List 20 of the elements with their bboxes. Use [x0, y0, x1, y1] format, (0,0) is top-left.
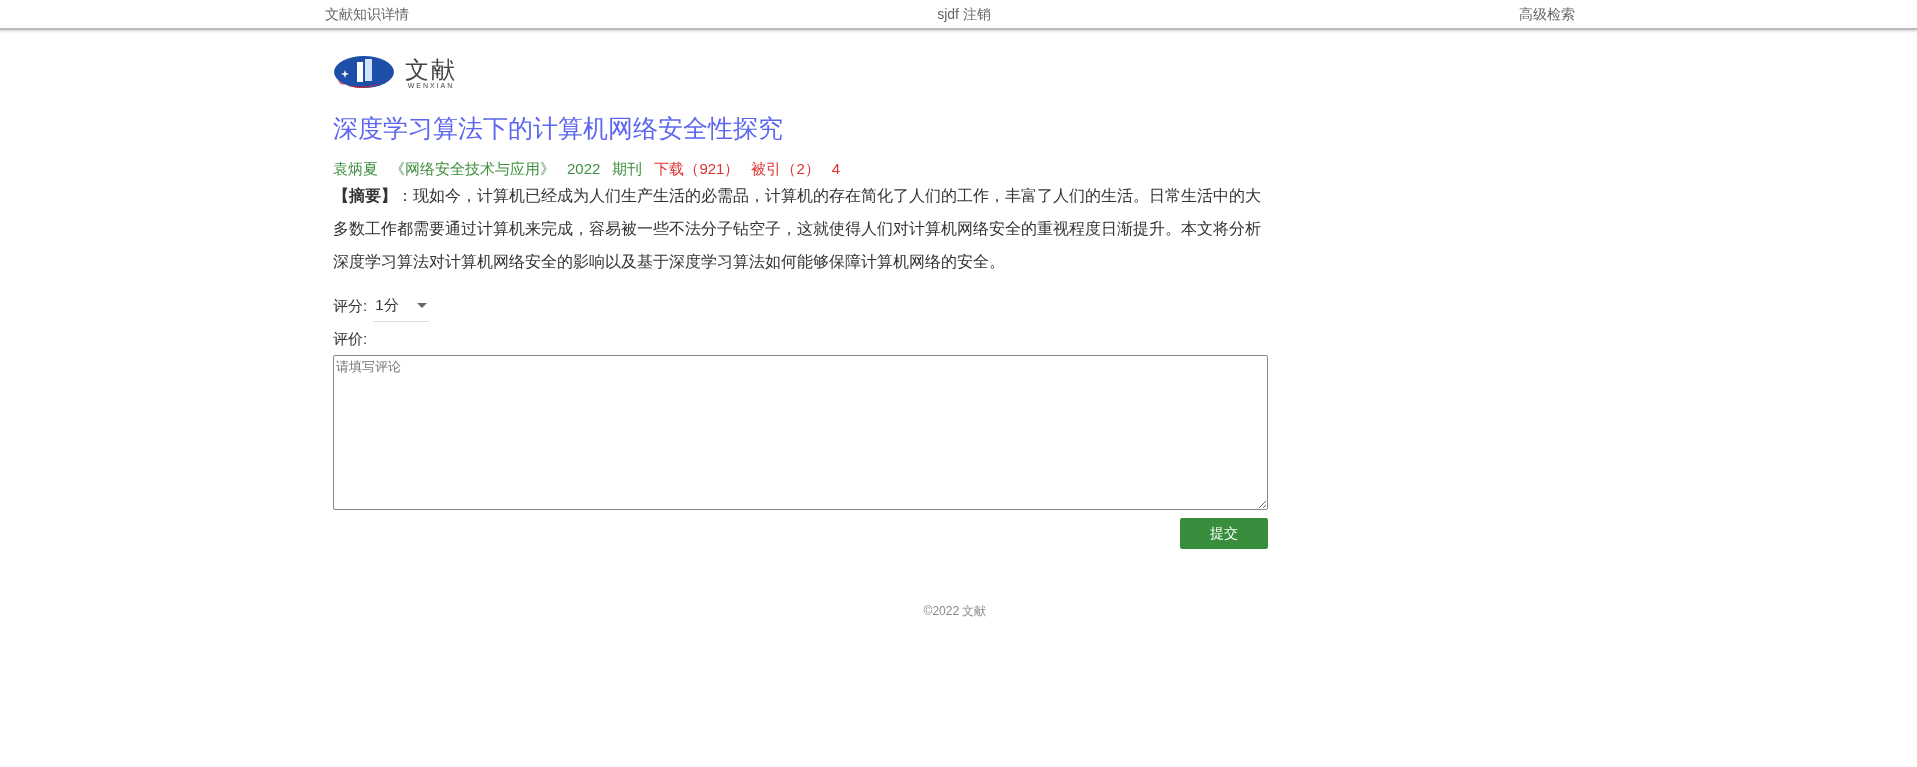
copyright-text: ©2022 文献	[923, 604, 987, 618]
meta-item: 袁炳夏	[333, 159, 378, 179]
meta-item: 4	[831, 159, 841, 179]
review-input[interactable]: 请填写评论	[333, 355, 1268, 510]
nav-link[interactable]: 高级检索	[1519, 0, 1575, 28]
caret-icon	[417, 303, 428, 308]
meta-item: 被引（2）	[751, 159, 820, 179]
submit-button[interactable]: 提交	[1180, 518, 1268, 549]
nav-link[interactable]: 文献知识详情	[325, 0, 409, 28]
rating-select[interactable]: 1分	[373, 290, 430, 322]
review-label: 评价:	[333, 330, 368, 349]
logo-text: 文献	[405, 58, 457, 82]
rating-label: 评分:	[333, 296, 368, 316]
nav-link[interactable]: sjdf 注销	[937, 0, 991, 28]
abstract-text: 【摘要】：现如今，计算机已经成为人们生产生活的必需品，计算机的存在简化了人们的工作，丰富了人们的生活。日常生活中的大多数工作都需要通过计算机来完成，容易被一些不法分子钻空子，这就使得人们对计算机网络安全的重视程度日渐提升。本文将分析深度学习算法对计算机网络安全的影响以及基于深度学习算法如何能够保障计算机网络的安全。	[333, 186, 1262, 272]
meta-item: 期刊	[612, 159, 643, 179]
meta-item: 下载（921）	[654, 159, 740, 179]
meta-item: 《网络安全技术与应用》	[390, 159, 555, 179]
article-title: 深度学习算法下的计算机网络安全性探究	[333, 113, 784, 144]
meta-item: 2022	[567, 159, 601, 179]
